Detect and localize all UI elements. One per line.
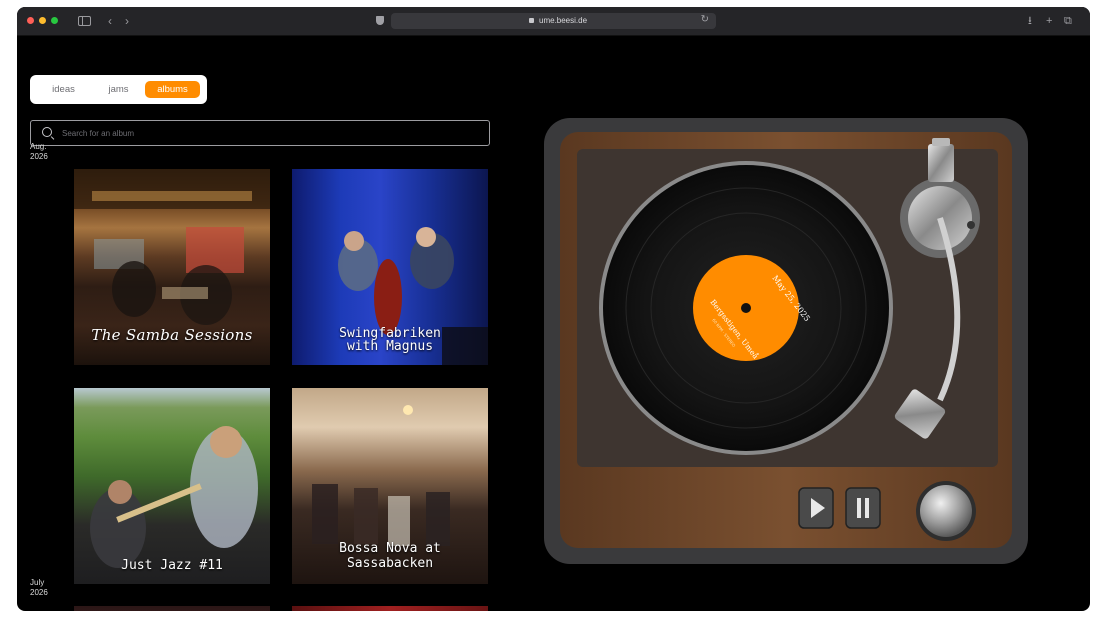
album-cover-image — [90, 426, 258, 568]
address-bar[interactable]: ume.beesi.de ↻ — [391, 13, 716, 29]
minimize-window-button[interactable] — [39, 17, 46, 24]
search-input[interactable] — [62, 124, 472, 142]
year-text: 2026 — [30, 588, 48, 597]
reload-icon[interactable]: ↻ — [701, 14, 709, 25]
album-card-samba-sessions[interactable]: The Samba Sessions — [74, 169, 270, 365]
album-card-bossa-nova[interactable]: Bossa Nova at Sassabacken — [292, 388, 488, 584]
close-window-button[interactable] — [27, 17, 34, 24]
lock-icon — [529, 18, 534, 23]
browser-window: ‹ › ume.beesi.de ↻ ⭳ + ⧉ ideas jams albu… — [17, 7, 1090, 611]
download-icon[interactable]: ⭳ — [1028, 14, 1032, 28]
url-text: ume.beesi.de — [539, 16, 588, 25]
album-card-swingfabriken[interactable]: Swingfabriken with Magnus — [292, 169, 488, 365]
sidebar-icon[interactable] — [78, 16, 91, 26]
volume-knob-icon[interactable] — [920, 485, 972, 537]
year-text: 2026 — [30, 152, 48, 161]
album-title-line-2: Sassabacken — [346, 556, 434, 571]
search-icon — [42, 127, 52, 137]
album-card-just-jazz-11[interactable]: Just Jazz #11 — [74, 388, 270, 584]
month-label-july: July 2026 — [30, 578, 70, 598]
album-search — [30, 120, 490, 146]
back-icon[interactable]: ‹ — [108, 13, 112, 29]
month-text: Aug. — [30, 142, 47, 151]
shield-icon[interactable] — [376, 16, 384, 25]
pause-button[interactable] — [845, 487, 881, 529]
month-text: July — [30, 578, 45, 587]
album-title: Just Jazz #11 — [121, 558, 223, 573]
album-title-line-1: Bossa Nova at — [339, 541, 441, 556]
view-switcher: ideas jams albums — [30, 75, 207, 104]
album-title-line-2: with Magnus — [346, 339, 434, 354]
tab-jams[interactable]: jams — [96, 81, 141, 98]
zoom-window-button[interactable] — [51, 17, 58, 24]
tab-ideas[interactable]: ideas — [40, 81, 87, 98]
album-title: The Samba Sessions — [91, 326, 253, 344]
tab-albums[interactable]: albums — [145, 81, 200, 98]
browser-toolbar: ‹ › ume.beesi.de ↻ ⭳ + ⧉ — [17, 7, 1090, 36]
tabs-icon[interactable]: ⧉ — [1064, 14, 1072, 28]
album-card-partial[interactable] — [292, 606, 488, 611]
record-player: May 25, 2025 Bergsstigen, Umeå 60 RPM · … — [544, 118, 1028, 564]
page-content: ideas jams albums Aug. 2026 The Samba Se… — [17, 35, 1090, 611]
plus-icon[interactable]: + — [1046, 14, 1052, 28]
month-label-aug: Aug. 2026 — [30, 142, 70, 162]
album-card-partial[interactable] — [74, 606, 270, 611]
forward-icon[interactable]: › — [125, 13, 129, 29]
